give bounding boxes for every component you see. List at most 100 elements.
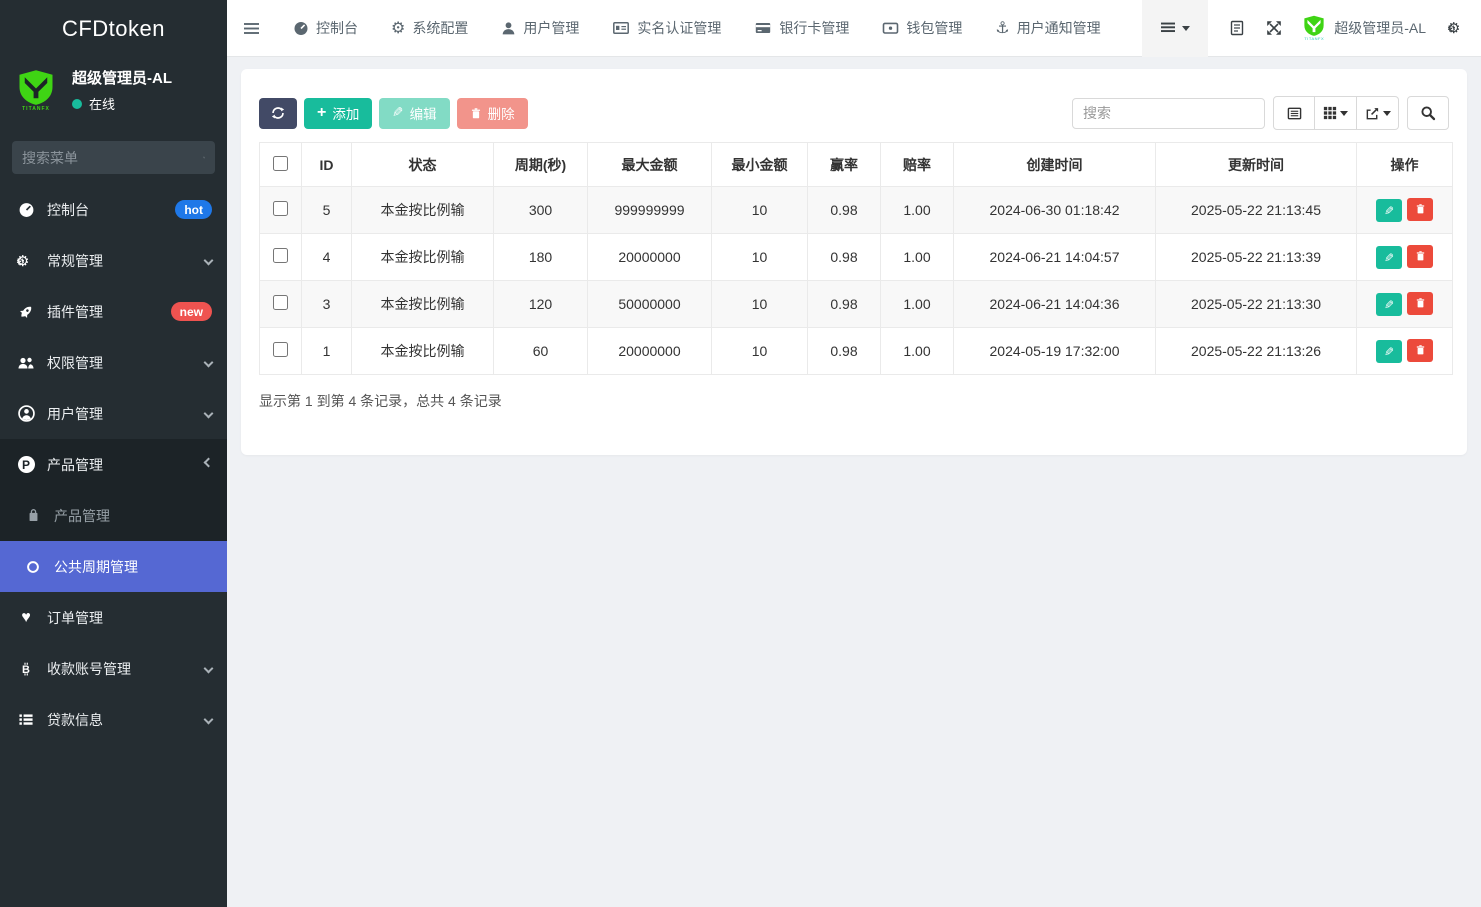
add-button-label: 添加	[332, 103, 359, 123]
settings-gears-icon[interactable]	[1447, 19, 1467, 37]
row-delete-button[interactable]	[1407, 198, 1433, 221]
table-list-dropdown[interactable]	[1142, 0, 1208, 57]
online-dot-icon	[72, 99, 82, 109]
row-edit-button[interactable]	[1376, 199, 1402, 222]
table-row[interactable]: 4 本金按比例输 180 20000000 10 0.98 1.00 2024-…	[260, 234, 1453, 281]
row-delete-button[interactable]	[1407, 245, 1433, 268]
cell-status: 本金按比例输	[352, 281, 494, 328]
logo-wordmark: TITANFX	[22, 106, 50, 112]
table-row[interactable]: 3 本金按比例输 120 50000000 10 0.98 1.00 2024-…	[260, 281, 1453, 328]
dashboard-icon	[15, 201, 37, 218]
export-button[interactable]	[1357, 96, 1399, 130]
row-edit-button[interactable]	[1376, 293, 1402, 316]
data-panel: 添加 编辑 删除	[241, 69, 1467, 455]
col-created-at: 创建时间	[954, 143, 1156, 187]
row-delete-button[interactable]	[1407, 292, 1433, 315]
detail-view-button[interactable]	[1273, 96, 1315, 130]
fullscreen-icon[interactable]	[1266, 20, 1282, 36]
cell-max-amount: 20000000	[588, 328, 712, 375]
edit-button[interactable]: 编辑	[379, 98, 449, 129]
pencil-icon	[1384, 250, 1394, 265]
top-navbar: 控制台 系统配置 用户管理 实名认证管理 银行卡管理 钱包管理 用户通知管理	[227, 0, 1481, 57]
pencil-icon	[1384, 297, 1394, 312]
search-button[interactable]	[1407, 96, 1449, 130]
user-icon	[501, 21, 516, 36]
row-checkbox[interactable]	[273, 201, 288, 216]
cell-odds: 1.00	[881, 187, 954, 234]
chevron-left-icon	[204, 256, 214, 266]
sidebar-item-public-period[interactable]: 公共周期管理	[0, 541, 227, 592]
table-row[interactable]: 1 本金按比例输 60 20000000 10 0.98 1.00 2024-0…	[260, 328, 1453, 375]
cell-created-at: 2024-06-21 14:04:57	[954, 234, 1156, 281]
language-icon[interactable]	[1229, 20, 1245, 36]
row-edit-button[interactable]	[1376, 246, 1402, 269]
table-row[interactable]: 5 本金按比例输 300 999999999 10 0.98 1.00 2024…	[260, 187, 1453, 234]
table-view-button-group	[1273, 96, 1399, 130]
sidebar-item-label: 用户管理	[47, 404, 103, 424]
nav-item-user-manage[interactable]: 用户管理	[501, 18, 579, 38]
columns-button[interactable]	[1315, 96, 1357, 130]
cell-max-amount: 20000000	[588, 234, 712, 281]
chevron-left-icon	[204, 358, 214, 368]
plus-icon	[317, 104, 326, 122]
cell-win-rate: 0.98	[808, 281, 881, 328]
nav-item-label: 银行卡管理	[779, 18, 849, 38]
sidebar-item-permissions[interactable]: 权限管理	[0, 337, 227, 388]
user-status: 在线	[72, 94, 172, 113]
sidebar-item-users[interactable]: 用户管理	[0, 388, 227, 439]
cell-updated-at: 2025-05-22 21:13:26	[1156, 328, 1357, 375]
nav-item-console[interactable]: 控制台	[293, 18, 358, 38]
id-card-icon	[612, 20, 630, 36]
add-button[interactable]: 添加	[304, 98, 372, 129]
search-icon[interactable]	[203, 150, 205, 165]
nav-item-wallet[interactable]: 钱包管理	[882, 18, 962, 38]
sidebar-item-orders[interactable]: 订单管理	[0, 592, 227, 643]
trash-icon	[1415, 203, 1426, 215]
col-max-amount: 最大金额	[588, 143, 712, 187]
sidebar-item-products[interactable]: 产品管理	[0, 439, 227, 490]
nav-item-system-config[interactable]: 系统配置	[391, 18, 468, 38]
sidebar-item-loan-info[interactable]: 贷款信息	[0, 694, 227, 745]
col-status: 状态	[352, 143, 494, 187]
refresh-icon	[271, 106, 285, 120]
row-delete-button[interactable]	[1407, 339, 1433, 362]
nav-item-label: 系统配置	[412, 18, 468, 38]
col-actions: 操作	[1357, 143, 1453, 187]
table-search-input[interactable]	[1072, 98, 1265, 129]
detail-view-icon	[1287, 106, 1302, 121]
cogs-icon	[15, 252, 37, 270]
row-edit-button[interactable]	[1376, 340, 1402, 363]
nav-item-label: 用户管理	[523, 18, 579, 38]
caret-down-icon	[1340, 111, 1348, 116]
sidebar-item-console[interactable]: 控制台 hot	[0, 184, 227, 235]
cell-period: 300	[494, 187, 588, 234]
nav-item-real-name-auth[interactable]: 实名认证管理	[612, 18, 721, 38]
cell-created-at: 2024-06-21 14:04:36	[954, 281, 1156, 328]
sidebar-item-plugins[interactable]: 插件管理 new	[0, 286, 227, 337]
user-menu[interactable]: TITANFX 超级管理员-AL	[1303, 15, 1426, 41]
refresh-button[interactable]	[259, 98, 297, 129]
sidebar-item-product-manage[interactable]: 产品管理	[0, 490, 227, 541]
row-checkbox[interactable]	[273, 295, 288, 310]
sidebar-item-label: 收款账号管理	[47, 659, 131, 679]
main-content: 添加 编辑 删除	[227, 57, 1481, 467]
cell-id: 5	[302, 187, 352, 234]
sidebar-item-payment-accounts[interactable]: B 收款账号管理	[0, 643, 227, 694]
row-checkbox[interactable]	[273, 248, 288, 263]
circle-o-icon	[22, 560, 44, 574]
sidebar-item-general[interactable]: 常规管理	[0, 235, 227, 286]
product-p-icon	[15, 456, 37, 473]
nav-item-user-notice[interactable]: 用户通知管理	[995, 18, 1100, 38]
cell-status: 本金按比例输	[352, 187, 494, 234]
sidebar-menu: 控制台 hot 常规管理 插件管理 new 权限管理 用户管	[0, 184, 227, 745]
delete-button[interactable]: 删除	[457, 98, 528, 129]
select-all-checkbox[interactable]	[273, 156, 288, 171]
edit-button-label: 编辑	[410, 103, 437, 123]
select-all-cell	[260, 143, 302, 187]
hamburger-menu-icon[interactable]	[243, 21, 260, 36]
chevron-left-icon	[204, 715, 214, 725]
row-checkbox[interactable]	[273, 342, 288, 357]
sidebar-search-input[interactable]	[22, 150, 203, 166]
nav-item-bank-card[interactable]: 银行卡管理	[754, 18, 849, 38]
trash-icon	[1415, 250, 1426, 262]
